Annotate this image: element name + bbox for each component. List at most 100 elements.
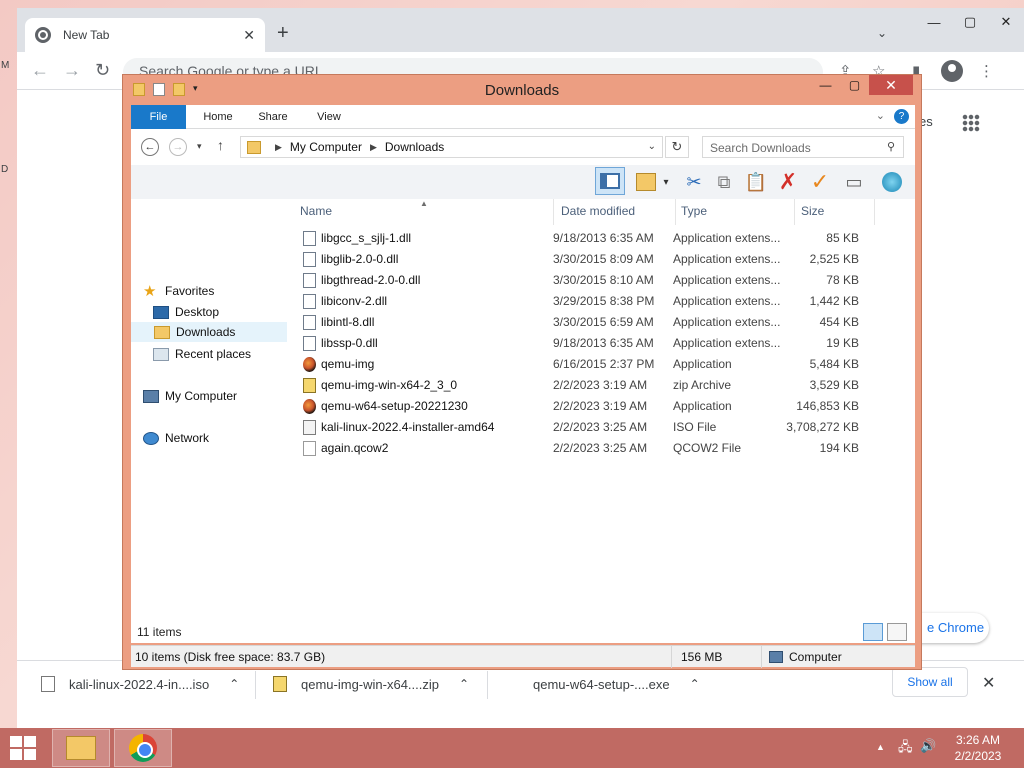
volume-icon[interactable]: 🔊 [920,738,936,754]
menu-kebab-icon[interactable]: ⋮ [979,62,994,80]
file-date-modified: 2/2/2023 3:25 AM [553,441,648,455]
profile-avatar-icon[interactable] [941,60,963,82]
file-row[interactable]: libglib-2.0-0.dll 3/30/2015 8:09 AM Applic… [291,249,881,270]
view-toggle [863,623,907,641]
selection-size: 156 MB [681,650,723,664]
status-bar: 10 items (Disk free space: 83.7 GB) 156 … [131,645,915,668]
download-item-zip[interactable]: qemu-img-win-x64....zip ⌃ [273,669,469,699]
address-row: ← → ▾ ↑ ▶ My Computer ▶ Downloads ⌄ ↻ Se… [131,129,915,165]
windows-start-icon[interactable] [10,736,38,760]
file-type: QCOW2 File [673,441,742,455]
column-header-type[interactable]: Type [681,199,707,225]
delete-icon[interactable]: ✗ [775,169,801,194]
file-row[interactable]: again.qcow2 2/2/2023 3:25 AM QCOW2 File 194… [291,438,881,459]
file-row[interactable]: kali-linux-2022.4-installer-amd64 2/2/202… [291,417,881,438]
details-view-icon[interactable] [863,623,883,641]
file-row[interactable]: libssp-0.dll 9/18/2013 6:35 AM Application… [291,333,881,354]
taskbar-chrome[interactable] [114,729,172,767]
file-size: 3,529 KB [809,378,859,392]
back-arrow-icon[interactable]: ← [141,138,159,156]
sidebar-item-my-computer[interactable]: My Computer [143,386,299,406]
file-date-modified: 2/2/2023 3:19 AM [553,399,648,413]
reload-icon[interactable]: ↻ [95,60,110,81]
address-dropdown-icon[interactable]: ⌄ [648,141,656,152]
file-row[interactable]: libgcc_s_sjlj-1.dll 9/18/2013 6:35 AM Appl… [291,228,881,249]
column-header-size[interactable]: Size [801,199,824,225]
tab-home[interactable]: Home [193,105,243,129]
dll-icon [303,315,316,330]
close-icon[interactable]: ✕ [988,8,1024,36]
dll-icon [303,252,316,267]
tab-share[interactable]: Share [249,105,297,129]
taskbar-clock[interactable]: 3:26 AM 2/2/2023 [948,732,1008,764]
explorer-title-bar[interactable]: ▾ Downloads — ▢ ✕ [123,75,921,105]
file-row[interactable]: libintl-8.dll 3/30/2015 6:59 AM Applicatio… [291,312,881,333]
taskbar-file-explorer[interactable] [52,729,110,767]
file-name: libintl-8.dll [321,315,375,329]
explorer-window: ▾ Downloads — ▢ ✕ File Home Share View ⌄… [122,74,922,670]
column-header-date-modified[interactable]: Date modified [561,199,635,225]
show-hidden-icons-icon[interactable]: ▲ [876,742,885,752]
file-row[interactable]: qemu-img-win-x64-2_3_0 2/2/2023 3:19 AM zi… [291,375,881,396]
breadcrumb-downloads[interactable]: Downloads [385,140,444,154]
tab-file[interactable]: File [131,105,186,129]
breadcrumb-my-computer[interactable]: My Computer [290,140,362,154]
address-bar[interactable]: ▶ My Computer ▶ Downloads ⌄ [240,136,663,158]
paste-icon[interactable]: 📋 [743,170,769,194]
breadcrumb-separator-icon[interactable]: ▶ [370,142,377,153]
preview-pane-icon[interactable] [595,167,625,195]
copy-icon[interactable]: ⧉ [711,170,737,194]
file-name: kali-linux-2022.4-installer-amd64 [321,420,495,434]
network-tray-icon[interactable]: 🖧 [898,738,913,760]
sidebar-item-favorites[interactable]: ★ Favorites [143,281,299,301]
maximize-icon[interactable]: ▢ [952,8,988,36]
help-icon[interactable]: ? [894,109,909,124]
star-icon: ★ [143,283,157,300]
minimize-icon[interactable]: — [811,75,840,95]
close-downloads-shelf-icon[interactable]: ✕ [982,673,995,693]
breadcrumb-separator-icon[interactable]: ▶ [275,142,282,153]
desktop-edge-label: D [1,164,9,175]
close-tab-icon[interactable]: ✕ [243,27,255,44]
show-all-downloads-button[interactable]: Show all [892,667,968,697]
sidebar-item-network[interactable]: Network [143,428,299,448]
sidebar-item-desktop[interactable]: Desktop [153,302,309,322]
shell-app-icon[interactable] [879,170,905,194]
download-item-iso[interactable]: kali-linux-2022.4-in....iso ⌃ [41,669,239,699]
file-date-modified: 9/18/2013 6:35 AM [553,336,654,350]
file-type: Application extens... [673,252,781,266]
new-tab-plus-icon[interactable]: + [277,22,289,45]
column-header-name[interactable]: Name [300,199,332,225]
up-arrow-icon[interactable]: ↑ [217,137,224,153]
recent-locations-caret-icon[interactable]: ▾ [197,141,202,152]
forward-arrow-icon[interactable]: → [169,138,187,156]
file-row[interactable]: libiconv-2.dll 3/29/2015 8:38 PM Applicati… [291,291,881,312]
refresh-icon[interactable]: ↻ [665,136,689,158]
search-input[interactable]: Search Downloads ⚲ [702,136,904,158]
sidebar-item-downloads[interactable]: Downloads [131,322,287,342]
tab-view[interactable]: View [307,105,351,129]
download-item-exe[interactable]: qemu-w64-setup-....exe ⌃ [505,669,700,699]
cut-icon[interactable]: ✂ [681,170,707,194]
forward-arrow-icon[interactable]: → [63,60,81,81]
file-row[interactable]: qemu-w64-setup-20221230 2/2/2023 3:19 AM A… [291,396,881,417]
apps-grid-icon[interactable] [962,114,980,132]
properties-icon[interactable]: ▭ [841,170,867,194]
chrome-tab-new-tab[interactable]: New Tab ✕ [25,18,265,52]
organize-folder-icon[interactable] [633,170,659,194]
tab-search-chevron-icon[interactable]: ⌄ [877,26,887,40]
close-icon[interactable]: ✕ [869,75,913,95]
rename-check-icon[interactable]: ✓ [807,169,833,194]
chevron-up-icon[interactable]: ⌃ [229,677,239,691]
file-row[interactable]: qemu-img 6/16/2015 2:37 PM Application 5,48… [291,354,881,375]
expand-ribbon-chevron-icon[interactable]: ⌄ [876,109,885,122]
organize-caret-icon[interactable]: ▾ [659,170,673,194]
maximize-icon[interactable]: ▢ [840,75,869,95]
chevron-up-icon[interactable]: ⌃ [459,677,469,691]
sidebar-item-recent-places[interactable]: Recent places [153,344,309,364]
minimize-icon[interactable]: — [916,8,952,36]
large-icons-view-icon[interactable] [887,623,907,641]
chevron-up-icon[interactable]: ⌃ [690,677,700,691]
file-row[interactable]: libgthread-2.0-0.dll 3/30/2015 8:10 AM App… [291,270,881,291]
back-arrow-icon[interactable]: ← [31,60,49,81]
